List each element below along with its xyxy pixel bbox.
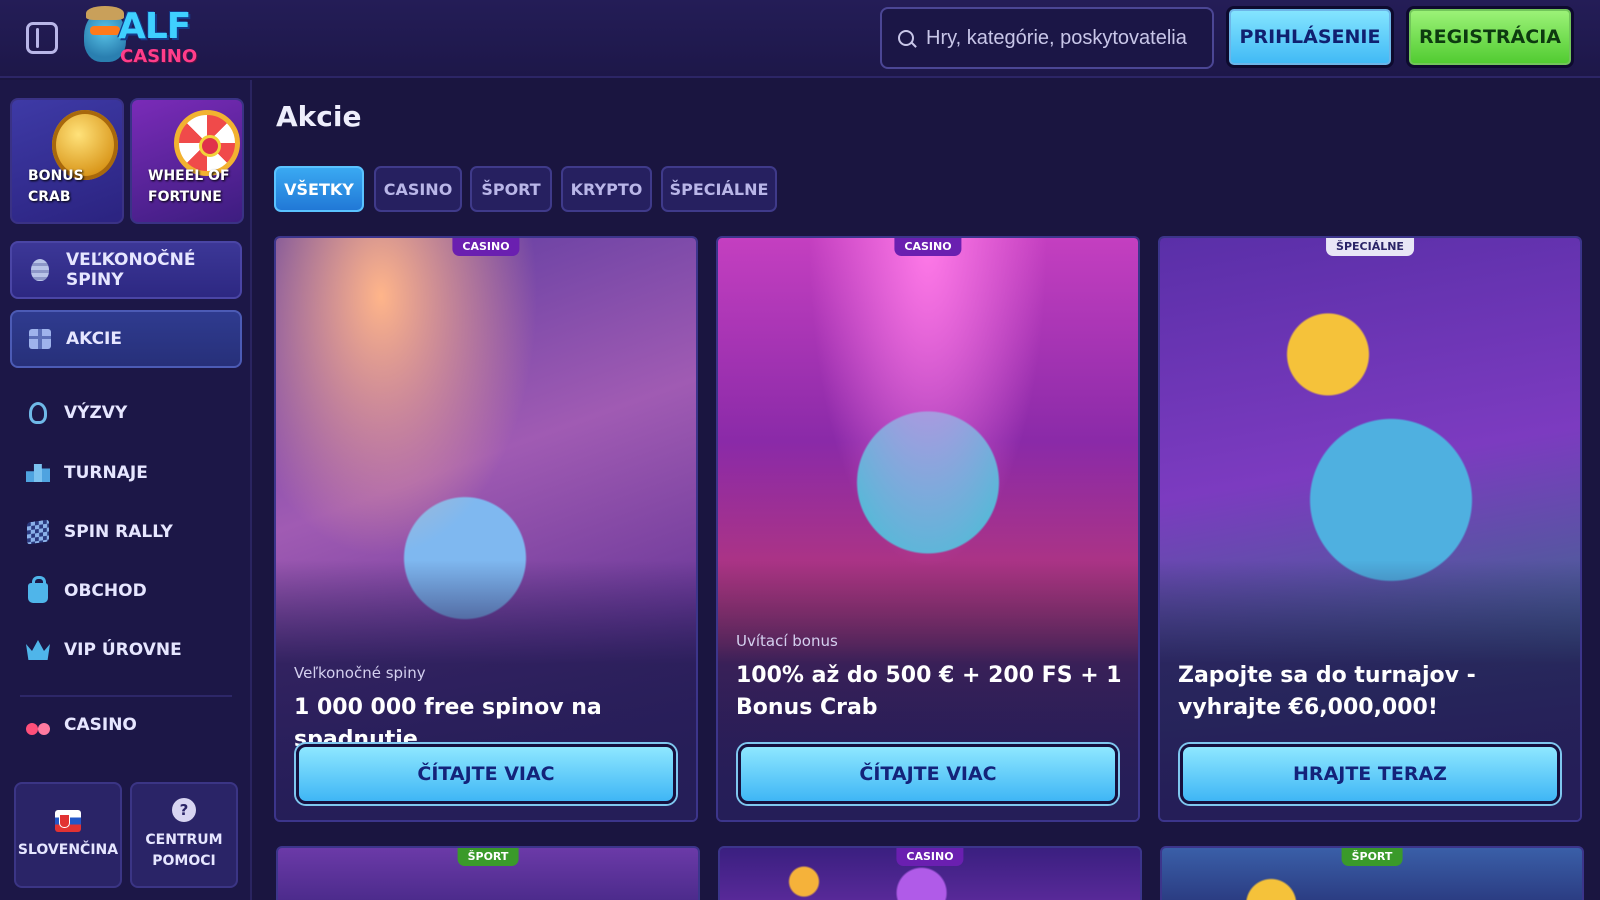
register-button[interactable]: REGISTRÁCIA <box>1406 6 1574 68</box>
sidebar-item-promotions[interactable]: AKCIE <box>10 310 242 368</box>
sidebar-item-label: VEĽKONOČNÉ SPINY <box>66 250 196 290</box>
promo-card-subtitle: Uvítací bonus <box>736 632 838 650</box>
promo-card-easter-spins[interactable]: CASINO Veľkonočné spiny 1 000 000 free s… <box>274 236 698 822</box>
help-label-line2: POMOCI <box>152 853 216 869</box>
tab-special[interactable]: ŠPECIÁLNE <box>661 166 777 212</box>
help-label-line1: CENTRUM <box>145 832 223 848</box>
login-button[interactable]: PRIHLÁSENIE <box>1226 6 1394 68</box>
sidebar-item-label: SPIN RALLY <box>64 522 173 542</box>
gift-icon <box>28 327 52 351</box>
tab-sport[interactable]: ŠPORT <box>470 166 552 212</box>
sidebar-item-label: OBCHOD <box>64 581 147 601</box>
help-center-button[interactable]: ? CENTRUM POMOCI <box>130 782 238 888</box>
read-more-button[interactable]: ČÍTAJTE VIAC <box>738 744 1118 804</box>
promo-card-subtitle: Veľkonočné spiny <box>294 664 426 682</box>
badge-icon <box>26 401 50 425</box>
help-icon: ? <box>172 798 196 822</box>
logo-sub: CASINO <box>120 46 198 67</box>
language-selector[interactable]: SLOVENČINA <box>14 782 122 888</box>
promo-card-title: 100% až do 500 € + 200 FS + 1 Bonus Crab <box>736 663 1122 720</box>
search-box[interactable] <box>880 7 1214 69</box>
play-now-button[interactable]: HRAJTE TERAZ <box>1180 744 1560 804</box>
promo-card-partial[interactable]: ŠPORT <box>1160 846 1584 900</box>
category-badge: CASINO <box>894 238 962 256</box>
easter-egg-icon <box>28 258 52 282</box>
logo[interactable]: ALF CASINO <box>82 4 197 74</box>
category-badge: CASINO <box>896 848 964 866</box>
crown-icon <box>26 638 50 662</box>
category-badge: ŠPORT <box>1341 848 1403 866</box>
top-header: ALF CASINO PRIHLÁSENIE REGISTRÁCIA <box>0 0 1600 78</box>
category-badge: ŠPORT <box>457 848 519 866</box>
sidebar-item-casino[interactable]: CASINO <box>10 696 242 754</box>
sidebar-item-label: AKCIE <box>66 329 122 349</box>
sidebar-item-easter-spins[interactable]: VEĽKONOČNÉ SPINY <box>10 241 242 299</box>
tab-crypto[interactable]: KRYPTO <box>561 166 652 212</box>
sidebar: BONUS CRAB WHEEL OF FORTUNE VEĽKONOČNÉ S… <box>0 80 252 900</box>
sidebar-item-vip-levels[interactable]: VIP ÚROVNE <box>10 621 242 679</box>
podium-icon <box>26 461 50 485</box>
sidebar-item-challenges[interactable]: VÝZVY <box>10 384 242 442</box>
category-badge: ŠPECIÁLNE <box>1326 238 1414 256</box>
sidebar-item-label: CASINO <box>64 715 137 735</box>
tab-casino[interactable]: CASINO <box>374 166 462 212</box>
sidebar-item-label: VIP ÚROVNE <box>64 640 182 660</box>
category-badge: CASINO <box>452 238 520 256</box>
sidebar-item-tournaments[interactable]: TURNAJE <box>10 444 242 502</box>
promo-card-welcome-bonus[interactable]: CASINO Uvítací bonus 100% až do 500 € + … <box>716 236 1140 822</box>
sidebar-item-label: VÝZVY <box>64 403 128 423</box>
sidebar-item-spin-rally[interactable]: SPIN RALLY <box>10 503 242 561</box>
tab-all[interactable]: VŠETKY <box>274 166 364 212</box>
promo-tile-label: BONUS CRAB <box>28 168 84 205</box>
cherry-icon <box>26 713 50 737</box>
promo-tile-label: WHEEL OF FORTUNE <box>148 168 230 205</box>
promo-card-tournaments[interactable]: ŠPECIÁLNE Zapojte sa do turnajov - vyhra… <box>1158 236 1582 822</box>
search-icon <box>898 30 914 46</box>
slovak-flag-icon <box>55 809 81 832</box>
promo-tile-wheel-of-fortune[interactable]: WHEEL OF FORTUNE <box>130 98 244 224</box>
logo-word: ALF <box>118 6 191 47</box>
checkered-flag-icon <box>26 519 50 545</box>
page-title: Akcie <box>276 100 362 133</box>
sidebar-toggle-icon[interactable] <box>26 22 58 54</box>
shopping-bag-icon <box>26 576 50 603</box>
promo-card-title: Zapojte sa do turnajov - vyhrajte €6,000… <box>1178 663 1476 720</box>
sidebar-item-label: TURNAJE <box>64 463 148 483</box>
promo-tile-bonus-crab[interactable]: BONUS CRAB <box>10 98 124 224</box>
sidebar-item-shop[interactable]: OBCHOD <box>10 562 242 620</box>
read-more-button[interactable]: ČÍTAJTE VIAC <box>296 744 676 804</box>
promo-card-partial[interactable]: ŠPORT <box>276 846 700 900</box>
logo-glasses-icon <box>90 26 120 35</box>
search-input[interactable] <box>926 26 1196 50</box>
promo-card-partial[interactable]: CASINO <box>718 846 1142 900</box>
language-label: SLOVENČINA <box>17 841 119 858</box>
